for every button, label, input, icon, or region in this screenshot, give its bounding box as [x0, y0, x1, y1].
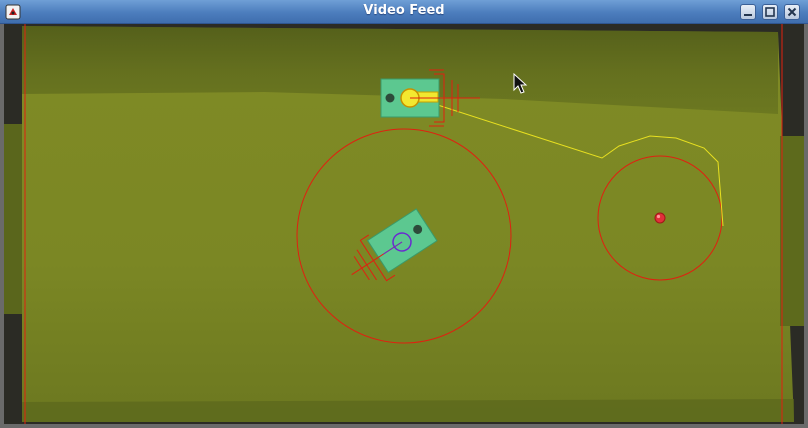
video-frame[interactable]: [4, 24, 804, 424]
close-icon: [787, 7, 797, 17]
minimize-icon: [744, 14, 752, 16]
title-bar[interactable]: Video Feed: [0, 0, 808, 24]
ball[interactable]: [654, 212, 666, 224]
robot-top-marker: [385, 93, 395, 103]
left-goal: [4, 124, 22, 314]
right-goal: [780, 136, 804, 326]
video-feed-window: Video Feed: [0, 0, 808, 428]
field-bottom-wall: [22, 399, 794, 422]
close-button[interactable]: [784, 4, 800, 20]
window-title: Video Feed: [363, 3, 445, 18]
maximize-button[interactable]: [762, 4, 778, 20]
minimize-button[interactable]: [740, 4, 756, 20]
maximize-icon: [765, 7, 775, 17]
video-feed-canvas[interactable]: [4, 24, 804, 424]
